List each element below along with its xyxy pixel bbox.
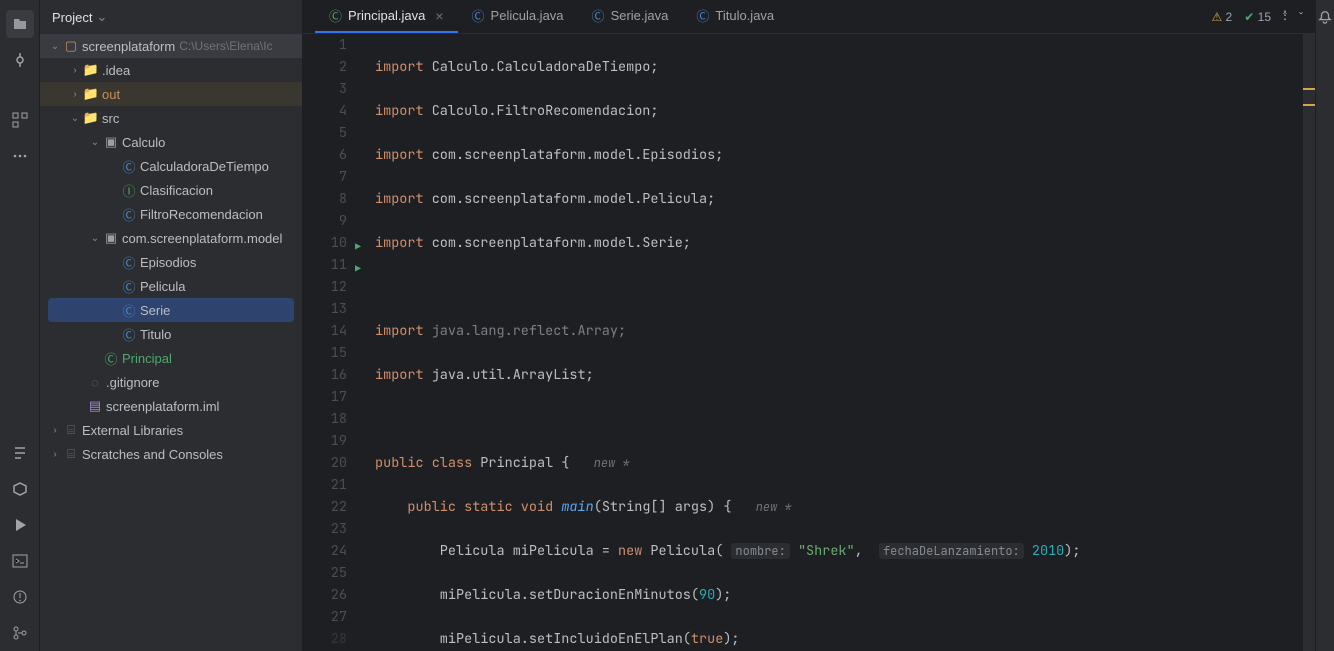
more-toolwindows-icon[interactable] [6, 142, 34, 170]
tool-window-bar-right [1315, 0, 1334, 651]
code-content[interactable]: import Calculo.CalculadoraDeTiempo; impo… [363, 34, 1315, 651]
class-icon: Ⓒ [472, 6, 485, 25]
inspection-widget[interactable]: ⚠ 2 ✔ 15 ˆ ˇ ⋮ [1211, 0, 1315, 33]
panel-title: Project [52, 10, 92, 25]
gutter[interactable]: 123456789 10▶ 11▶ 1213141516171819202122… [303, 34, 363, 651]
tree-calc-tiempo[interactable]: ⒸCalculadoraDeTiempo [40, 154, 302, 178]
tab-titulo[interactable]: Ⓒ Titulo.java [682, 0, 788, 33]
vcs-icon[interactable] [6, 619, 34, 647]
next-highlight-icon[interactable]: ˇ [1299, 10, 1303, 24]
notifications-icon[interactable] [1318, 10, 1332, 24]
tab-principal[interactable]: Ⓒ Principal.java × [315, 0, 458, 33]
commit-toolwindow-icon[interactable] [6, 46, 34, 74]
tree-titulo[interactable]: ⒸTitulo [40, 322, 302, 346]
tree-clasificacion[interactable]: ⒾClasificacion [40, 178, 302, 202]
class-icon: Ⓒ [696, 6, 709, 25]
close-icon[interactable]: × [435, 8, 443, 24]
problems-icon[interactable] [6, 583, 34, 611]
tree-src[interactable]: ⌄📁 src [40, 106, 302, 130]
warning-icon: ⚠ [1211, 10, 1222, 24]
class-icon: Ⓒ [592, 6, 605, 25]
more-icon[interactable]: ⋮ [1279, 8, 1291, 22]
tree-idea[interactable]: ›📁 .idea [40, 58, 302, 82]
tree-external-libs[interactable]: ›⌸ External Libraries [40, 418, 302, 442]
tree-iml[interactable]: ▤screenplataform.iml [40, 394, 302, 418]
services-icon[interactable] [6, 475, 34, 503]
tree-serie-selected[interactable]: ⒸSerie [48, 298, 294, 322]
tree-out[interactable]: ›📁 out [40, 82, 302, 106]
tree-root[interactable]: ⌄▢ screenplataform C:\Users\Elena\Ic [40, 34, 302, 58]
tab-serie[interactable]: Ⓒ Serie.java [578, 0, 683, 33]
project-panel-header[interactable]: Project ⌄ [40, 0, 302, 34]
tool-window-bar-left [0, 0, 40, 651]
editor-tabs: Ⓒ Principal.java × Ⓒ Pelicula.java Ⓒ Ser… [303, 0, 1315, 34]
terminal-icon[interactable] [6, 547, 34, 575]
tree-episodios[interactable]: ⒸEpisodios [40, 250, 302, 274]
chevron-down-icon: ⌄ [96, 9, 107, 25]
tree-pelicula[interactable]: ⒸPelicula [40, 274, 302, 298]
tree-scratches[interactable]: ›⌸ Scratches and Consoles [40, 442, 302, 466]
structure-toolwindow-icon[interactable] [6, 106, 34, 134]
check-icon: ✔ [1244, 10, 1254, 24]
tree-calculo[interactable]: ⌄▣ Calculo [40, 130, 302, 154]
error-stripe[interactable] [1303, 34, 1315, 651]
bookmarks-icon[interactable] [6, 439, 34, 467]
code-editor[interactable]: 123456789 10▶ 11▶ 1213141516171819202122… [303, 34, 1315, 651]
run-icon[interactable] [6, 511, 34, 539]
tab-pelicula[interactable]: Ⓒ Pelicula.java [458, 0, 578, 33]
project-panel: Project ⌄ ⌄▢ screenplataform C:\Users\El… [40, 0, 303, 651]
project-toolwindow-icon[interactable] [6, 10, 34, 38]
class-icon: Ⓒ [329, 6, 342, 25]
tree-gitignore[interactable]: ◌.gitignore [40, 370, 302, 394]
tree-filtro[interactable]: ⒸFiltroRecomendacion [40, 202, 302, 226]
project-tree: ⌄▢ screenplataform C:\Users\Elena\Ic ›📁 … [40, 34, 302, 651]
tree-principal[interactable]: ⒸPrincipal [40, 346, 302, 370]
tree-model-pkg[interactable]: ⌄▣ com.screenplataform.model [40, 226, 302, 250]
editor-area: Ⓒ Principal.java × Ⓒ Pelicula.java Ⓒ Ser… [303, 0, 1315, 651]
